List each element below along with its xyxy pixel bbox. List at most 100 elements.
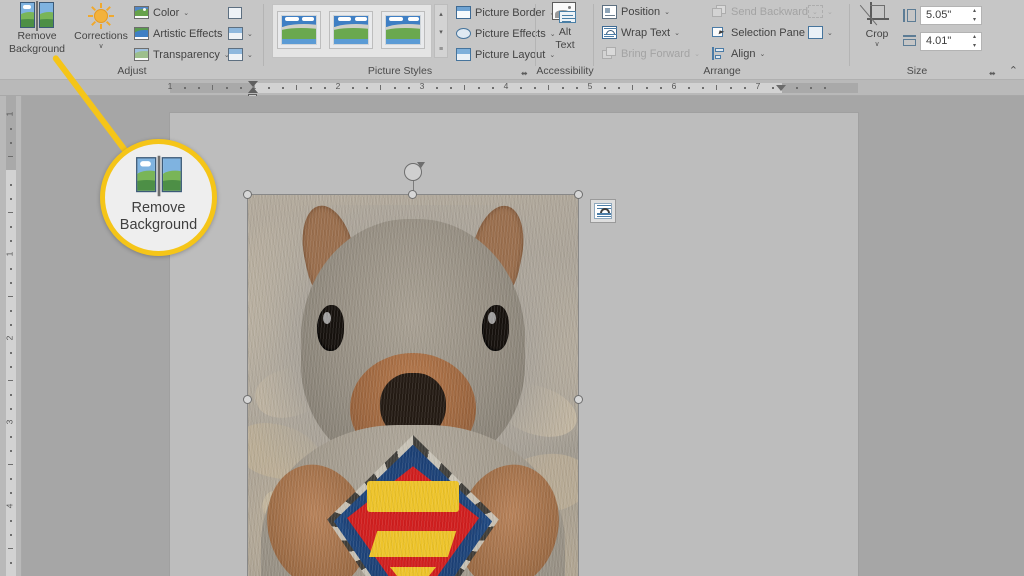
position-label: Position [621,6,660,18]
reset-picture-button[interactable]: ⌄ [228,46,253,63]
crop-label: Crop [866,29,889,41]
change-picture-button[interactable]: ⌄ [228,25,253,42]
align-icon [712,47,727,61]
picture-styles-dialog-launcher[interactable]: ⬌ [521,69,530,78]
picture-style-thumbnail[interactable] [381,11,425,49]
height-stepper-down-icon[interactable]: ▾ [973,17,976,23]
bring-forward-icon [602,47,617,61]
compress-pictures-button[interactable] [228,4,242,21]
width-stepper-down-icon[interactable]: ▾ [973,43,976,49]
align-button[interactable]: Align ⌄ [712,45,765,62]
wrap-text-chevron-down-icon[interactable]: ⌄ [674,29,680,37]
wrap-text-button[interactable]: Wrap Text ⌄ [602,24,680,41]
align-chevron-down-icon[interactable]: ⌄ [759,50,765,58]
transparency-button[interactable]: Transparency ⌄ [134,46,230,63]
group-objects-chevron-down-icon[interactable]: ⌄ [827,8,833,16]
right-margin-area [782,83,858,93]
picture-style-thumbnail[interactable] [329,11,373,49]
wrap-text-label: Wrap Text [621,27,670,39]
ruler-tick-label: 5 [588,81,593,91]
gallery-scroll-up-icon[interactable]: ▴ [435,5,447,22]
group-label-accessibility: Accessibility [536,64,594,78]
vertical-ruler[interactable]: 1 1 2 3 4 [0,96,22,576]
picture-style-thumbnail[interactable] [277,11,321,49]
bring-forward-chevron-down-icon[interactable]: ⌄ [694,50,700,58]
width-stepper-up-icon[interactable]: ▴ [973,34,976,40]
size-dialog-launcher[interactable]: ⬌ [989,69,998,78]
remove-background-label-line2: Background [9,44,65,56]
ribbon: Remove Background Corrections ∨ Color ⌄ [0,0,1024,80]
rotate-objects-icon [808,26,823,39]
rotate-objects-chevron-down-icon[interactable]: ⌄ [827,29,833,37]
remove-background-label-line1: Remove [17,31,56,43]
ribbon-group-picture-styles: ▴ ▾ ≡ Picture Border ⌄ Picture Effects ⌄… [264,0,536,80]
remove-background-button[interactable]: Remove Background [6,2,68,60]
shape-height-input[interactable]: 5.05" ▴ ▾ [920,6,982,25]
rotate-objects-button[interactable]: ⌄ [808,24,833,41]
ruler-tick-label: 7 [756,81,761,91]
ruler-tick-label: 2 [336,81,341,91]
corrections-button[interactable]: Corrections ∨ [70,2,132,60]
group-label-adjust: Adjust [0,64,264,78]
position-chevron-down-icon[interactable]: ⌄ [664,8,670,16]
position-button[interactable]: Position ⌄ [602,3,670,20]
reset-picture-icon [228,48,243,61]
vertical-text-area [6,170,16,576]
resize-handle-top-center[interactable] [408,190,417,199]
change-picture-chevron-down-icon[interactable]: ⌄ [247,30,253,38]
resize-handle-top-left[interactable] [243,190,252,199]
artistic-effects-button[interactable]: Artistic Effects ⌄ [134,25,232,42]
selection-pane-icon [712,26,727,40]
height-stepper-up-icon[interactable]: ▴ [973,8,976,14]
callout-label-line1: Remove [132,200,186,217]
transparency-icon [134,48,149,61]
corrections-chevron-down-icon[interactable]: ∨ [98,43,103,50]
bring-forward-button[interactable]: Bring Forward ⌄ [602,45,700,62]
picture-layout-icon [456,48,471,61]
shape-width-stepper[interactable]: ▴ ▾ [970,34,979,49]
rotate-handle[interactable] [404,163,422,181]
resize-handle-middle-left[interactable] [243,395,252,404]
vruler-tick-label: 4 [4,504,14,509]
resize-handle-middle-right[interactable] [574,395,583,404]
color-chevron-down-icon[interactable]: ⌄ [183,9,189,17]
gallery-more-icon[interactable]: ≡ [435,41,447,58]
selection-pane-button[interactable]: Selection Pane [712,24,805,41]
alt-text-button[interactable]: Alt Text [534,2,596,60]
alt-text-label-line1: Alt [559,27,571,39]
reset-picture-chevron-down-icon[interactable]: ⌄ [247,51,253,59]
callout-label-line2: Background [120,217,197,234]
send-backward-button[interactable]: Send Backward ⌄ [712,3,818,20]
corrections-label: Corrections [74,31,128,43]
gallery-scroll-down-icon[interactable]: ▾ [435,23,447,40]
color-label: Color [153,7,179,19]
remove-background-icon [20,2,54,30]
hanging-indent-marker[interactable] [248,87,258,93]
transparency-label: Transparency [153,49,220,61]
collapse-ribbon-button[interactable]: ⌃ [1009,64,1018,77]
artistic-effects-label: Artistic Effects [153,28,222,40]
ruler-tick-label: 3 [420,81,425,91]
color-button[interactable]: Color ⌄ [134,4,189,21]
horizontal-ruler[interactable]: 1 1 2 3 4 5 6 7 [0,80,1024,96]
group-label-arrange: Arrange [594,64,850,78]
group-objects-button[interactable]: ⌄ [808,3,833,20]
picture-styles-scrollbar[interactable]: ▴ ▾ ≡ [434,4,448,58]
shape-width-input[interactable]: 4.01" ▴ ▾ [920,32,982,51]
shape-height-stepper[interactable]: ▴ ▾ [970,8,979,23]
ribbon-group-accessibility: Alt Text Accessibility [536,0,594,80]
picture-selection-box [247,194,579,576]
crop-chevron-down-icon[interactable]: ∨ [874,41,879,48]
ribbon-group-size: Crop ∨ 5.05" ▴ ▾ 4.01" ▴ [850,0,1024,80]
crop-button[interactable]: Crop ∨ [856,2,898,60]
group-label-picture-styles: Picture Styles [264,64,536,78]
color-picture-icon [134,6,149,19]
resize-handle-top-right[interactable] [574,190,583,199]
vruler-tick-label: 3 [4,420,14,425]
selected-picture-container[interactable] [248,195,578,576]
layout-options-button[interactable] [590,199,616,223]
ruler-tick-label: 1 [168,81,173,91]
picture-border-icon [456,6,471,19]
right-indent-marker[interactable] [776,85,786,91]
picture-styles-gallery[interactable] [272,4,432,58]
